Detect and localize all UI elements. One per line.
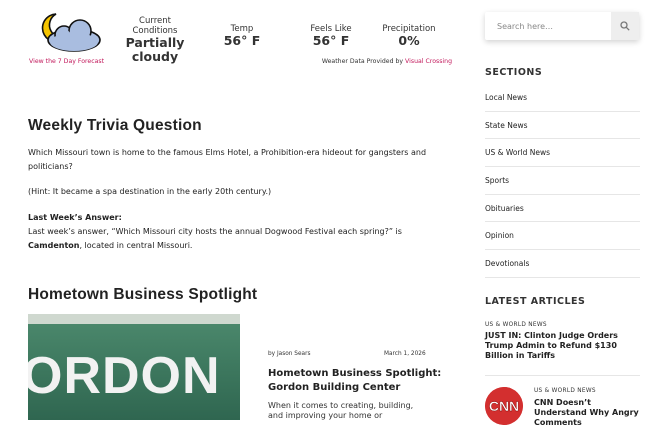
trivia-hint: (Hint: It became a spa destination in th… bbox=[28, 187, 272, 196]
weather-provider: Weather Data Provided by Visual Crossing bbox=[322, 58, 452, 65]
spotlight-image[interactable]: ORDON bbox=[28, 314, 240, 420]
provider-text: Weather Data Provided by bbox=[321, 58, 404, 65]
temperature: Temp 56° F bbox=[214, 24, 270, 48]
article-date: March 1, 2026 bbox=[384, 351, 426, 357]
conditions-value-line1: Partially bbox=[125, 35, 185, 50]
sections-heading: SECTIONS bbox=[485, 67, 543, 78]
article-divider bbox=[485, 375, 640, 376]
article-title[interactable]: CNN Doesn’t Understand Why Angry Comment… bbox=[534, 398, 644, 428]
spotlight-headline[interactable]: Hometown Business Spotlight: Gordon Buil… bbox=[268, 367, 448, 395]
trivia-question: Which Missouri town is home to the famou… bbox=[28, 148, 427, 171]
spotlight-excerpt: When it comes to creating, building, and… bbox=[268, 401, 414, 420]
article-category[interactable]: US & WORLD NEWS bbox=[485, 322, 547, 328]
trivia-answer: Last week’s answer, “Which Missouri city… bbox=[28, 225, 454, 253]
answer-prefix: Last week’s answer, “Which Missouri city… bbox=[28, 227, 402, 236]
weather-widget: Current Conditions Partially cloudy Temp… bbox=[28, 10, 454, 72]
search-input[interactable] bbox=[485, 12, 615, 40]
feels-like: Feels Like 56° F bbox=[298, 24, 364, 48]
section-opinion[interactable]: Opinion bbox=[485, 222, 640, 251]
feels-value: 56° F bbox=[312, 33, 350, 48]
provider-link[interactable]: Visual Crossing bbox=[405, 58, 452, 65]
search-icon bbox=[620, 21, 630, 31]
conditions-value-line2: cloudy bbox=[131, 49, 179, 64]
latest-articles-heading: LATEST ARTICLES bbox=[485, 296, 586, 307]
answer-heading: Last Week’s Answer: bbox=[28, 213, 122, 222]
section-sports[interactable]: Sports bbox=[485, 167, 640, 195]
trivia-title: Weekly Trivia Question bbox=[28, 117, 202, 134]
answer-bold: Camdenton bbox=[28, 241, 80, 250]
forecast-link[interactable]: View the 7 Day Forecast bbox=[29, 58, 104, 65]
article-byline: by Jason Sears bbox=[268, 351, 311, 357]
cnn-logo-thumbnail[interactable]: CNN bbox=[485, 387, 523, 425]
section-devotionals[interactable]: Devotionals bbox=[485, 250, 640, 278]
article-title[interactable]: JUST IN: Clinton Judge Orders Trump Admi… bbox=[485, 331, 645, 361]
section-local-news[interactable]: Local News bbox=[485, 84, 640, 112]
cnn-logo-icon: CNN bbox=[485, 387, 523, 425]
conditions-label: Current Conditions bbox=[132, 16, 178, 36]
search-box bbox=[485, 12, 639, 40]
section-state-news[interactable]: State News bbox=[485, 112, 640, 140]
temp-value: 56° F bbox=[223, 33, 261, 48]
search-button[interactable] bbox=[611, 12, 639, 40]
precip-value: 0% bbox=[398, 33, 420, 48]
article-category[interactable]: US & WORLD NEWS bbox=[534, 388, 596, 394]
precipitation: Precipitation 0% bbox=[376, 24, 442, 48]
svg-text:CNN: CNN bbox=[489, 398, 519, 414]
image-wordmark: ORDON bbox=[28, 347, 221, 405]
image-sky bbox=[28, 314, 240, 324]
current-conditions: Current Conditions Partially cloudy bbox=[118, 16, 192, 64]
answer-suffix: , located in central Missouri. bbox=[79, 241, 193, 250]
cloudy-moon-icon bbox=[34, 12, 106, 54]
sections-list: Local News State News US & World News Sp… bbox=[485, 84, 640, 278]
spotlight-title: Hometown Business Spotlight bbox=[28, 286, 258, 303]
section-us-world-news[interactable]: US & World News bbox=[485, 139, 640, 168]
section-obituaries[interactable]: Obituaries bbox=[485, 195, 640, 223]
